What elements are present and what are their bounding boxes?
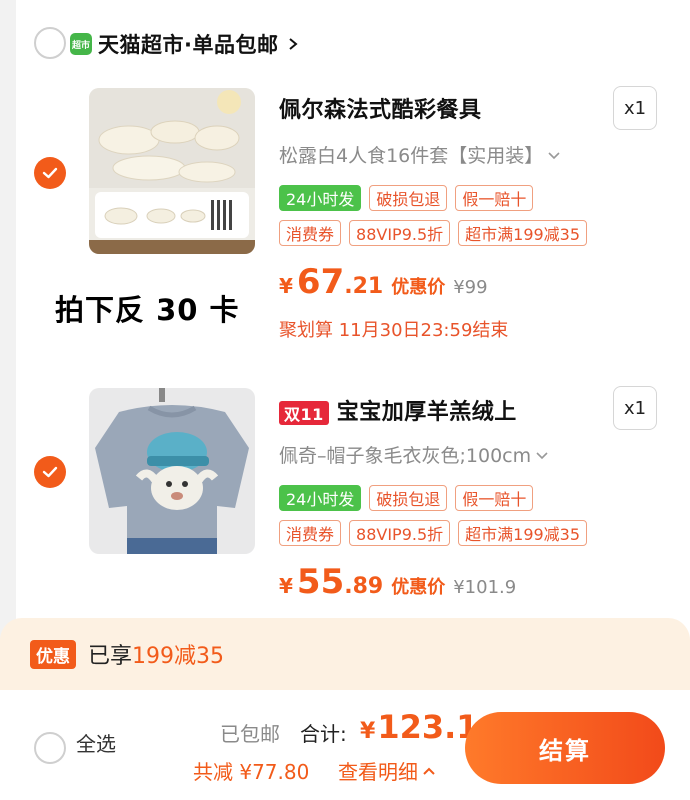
store-header[interactable]: 超市 天猫超市·单品包邮 [70,26,300,62]
item-1-tags-row-1: 24小时发 破损包退 假一赔十 [279,185,534,211]
check-icon [42,466,58,478]
item-1-price: ¥ 67 .21 优惠价 ¥99 [279,262,488,302]
tag-24h-shipping: 24小时发 [279,185,362,211]
item-2-variant-text: 佩奇–帽子象毛衣灰色;100cm [279,445,532,467]
sweater-image [89,388,255,554]
item-1-thumbnail[interactable] [89,88,255,254]
checkout-bar: 全选 已包邮 合计: ¥ 123.1 共减 ¥77.80 查看明细 结算 [0,690,690,800]
tableware-image [89,88,255,254]
chevron-down-icon [548,151,560,159]
item-2-checkbox[interactable] [34,456,66,488]
check-icon [42,167,58,179]
promo-overlay-text: 拍下反 30 卡 [55,293,240,327]
item-1-tags-row-2: 消费券 88VIP9.5折 超市满199减35 [279,220,588,246]
tag-24h-shipping: 24小时发 [279,485,362,511]
select-all-radio[interactable] [34,732,66,764]
discount-summary-bar: 优惠 已享 199减35 [0,618,690,690]
total-price: ¥ 123.1 [360,708,479,746]
tag-supermarket-discount: 超市满199减35 [458,520,588,546]
item-1-quantity[interactable]: x1 [613,86,657,130]
item-2-tags-row-2: 消费券 88VIP9.5折 超市满199减35 [279,520,588,546]
chevron-down-icon [536,451,548,459]
item-1-checkbox[interactable] [34,157,66,189]
item-2-title[interactable]: 双11 宝宝加厚羊羔绒上 [279,394,517,426]
store-select-radio[interactable] [34,27,66,59]
tmall-supermarket-icon: 超市 [70,33,92,55]
double11-badge: 双11 [279,401,329,425]
original-price: ¥101.9 [453,577,517,598]
select-all-label[interactable]: 全选 [76,728,116,757]
store-name: 天猫超市·单品包邮 [98,33,279,57]
item-1-variant-selector[interactable]: 松露白4人食16件套【实用装】 [279,141,561,168]
item-1-variant-text: 松露白4人食16件套【实用装】 [279,145,544,167]
total-saved: 共减 ¥77.80 [193,760,310,784]
item-2-title-text: 宝宝加厚羊羔绒上 [336,400,517,425]
tag-88vip: 88VIP9.5折 [349,220,451,246]
tag-fake-compensation: 假一赔十 [455,485,534,511]
tag-damage-return: 破损包退 [369,485,448,511]
total-label: 合计: [300,722,347,746]
item-1-promo-deadline: 聚划算 11月30日23:59结束 [279,320,509,341]
item-2-variant-selector[interactable]: 佩奇–帽子象毛衣灰色;100cm [279,441,549,468]
original-price: ¥99 [453,277,488,298]
tag-supermarket-discount: 超市满199减35 [458,220,588,246]
view-detail-text: 查看明细 [338,760,418,784]
tag-88vip: 88VIP9.5折 [349,520,451,546]
discount-badge: 优惠 [30,639,76,669]
tag-fake-compensation: 假一赔十 [455,185,534,211]
tag-coupon: 消费券 [279,520,342,546]
price-label: 优惠价 [391,277,446,298]
checkout-button[interactable]: 结算 [465,712,665,784]
chevron-up-icon [423,767,435,775]
item-2-price: ¥ 55 .89 优惠价 ¥101.9 [279,562,517,602]
item-1-title[interactable]: 佩尔森法式酷彩餐具 [279,92,482,124]
discount-text: 已享 [88,644,133,669]
free-shipping-label: 已包邮 [220,722,280,746]
discount-highlight: 199减35 [132,644,225,669]
price-label: 优惠价 [391,577,446,598]
item-2-quantity[interactable]: x1 [613,386,657,430]
item-2-thumbnail[interactable] [89,388,255,554]
item-2-tags-row-1: 24小时发 破损包退 假一赔十 [279,485,534,511]
chevron-right-icon [289,38,299,50]
tag-coupon: 消费券 [279,220,342,246]
tag-damage-return: 破损包退 [369,185,448,211]
view-detail-link[interactable]: 查看明细 [338,756,436,785]
